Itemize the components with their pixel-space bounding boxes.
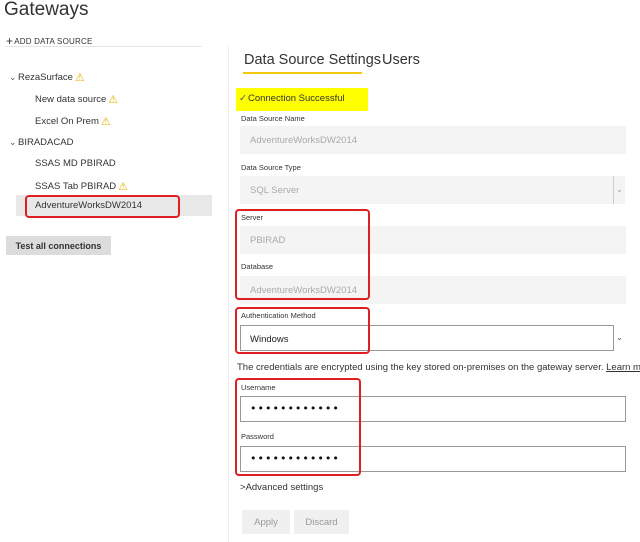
advanced-settings-toggle[interactable]: >Advanced settings xyxy=(240,482,323,493)
tree-item-ssas-tab-pbirad[interactable]: SSAS Tab PBIRAD ⚠ xyxy=(35,180,128,193)
warning-icon: ⚠ xyxy=(100,116,111,128)
authentication-method-select[interactable]: Windows xyxy=(240,325,614,351)
chevron-down-icon: ⌄ xyxy=(9,137,17,147)
discard-button[interactable]: Discard xyxy=(294,510,349,534)
credentials-note-text: The credentials are encrypted using the … xyxy=(237,362,604,373)
data-source-type-select: SQL Server xyxy=(240,176,614,204)
apply-button[interactable]: Apply xyxy=(242,510,290,534)
gateway-node-biradacad[interactable]: ⌄BIRADACAD xyxy=(9,137,73,148)
connection-status-text: Connection Successful xyxy=(247,93,345,104)
server-label: Server xyxy=(241,213,264,222)
gateway-label: RezaSurface xyxy=(18,72,73,83)
tree-item-label: AdventureWorksDW2014 xyxy=(35,200,143,211)
test-all-connections-button[interactable]: Test all connections xyxy=(6,236,111,255)
username-label: Username xyxy=(241,383,276,392)
add-data-source-label: ADD DATA SOURCE xyxy=(14,37,93,46)
warning-icon: ⚠ xyxy=(118,181,129,193)
data-source-name-field: AdventureWorksDW2014 xyxy=(240,126,626,154)
credentials-note: The credentials are encrypted using the … xyxy=(237,362,640,373)
tree-item-label: SSAS MD PBIRAD xyxy=(35,158,116,169)
dropdown-caret-icon: ⌄ xyxy=(613,176,625,204)
checkmark-icon: ✓ xyxy=(239,93,247,104)
password-label: Password xyxy=(241,432,274,441)
data-source-type-label: Data Source Type xyxy=(241,163,301,172)
gateway-node-rezasurface[interactable]: ⌄RezaSurface ⚠ xyxy=(9,71,85,84)
password-input[interactable]: •••••••••••• xyxy=(240,446,626,472)
gateway-label: BIRADACAD xyxy=(18,137,74,148)
advanced-settings-label: Advanced settings xyxy=(245,482,324,493)
tree-item-excel-on-prem[interactable]: Excel On Prem ⚠ xyxy=(35,115,111,128)
dropdown-caret-icon[interactable]: ⌄ xyxy=(613,325,625,351)
tree-item-label: SSAS Tab PBIRAD xyxy=(35,181,117,192)
learn-more-link[interactable]: Learn more xyxy=(606,362,640,373)
tree-item-new-data-source[interactable]: New data source ⚠ xyxy=(35,93,118,106)
database-field: AdventureWorksDW2014 xyxy=(240,276,626,304)
authentication-method-label: Authentication Method xyxy=(241,311,316,320)
tree-item-ssas-md-pbirad[interactable]: SSAS MD PBIRAD xyxy=(35,158,116,169)
panel-divider xyxy=(228,46,229,542)
active-tab-underline xyxy=(243,72,362,74)
tab-data-source-settings[interactable]: Data Source Settings xyxy=(244,51,381,69)
tab-users[interactable]: Users xyxy=(382,51,420,69)
warning-icon: ⚠ xyxy=(74,72,85,84)
warning-icon: ⚠ xyxy=(108,94,119,106)
page-title: Gateways xyxy=(4,0,89,20)
data-source-name-label: Data Source Name xyxy=(241,114,305,123)
server-field: PBIRAD xyxy=(240,226,626,254)
username-input[interactable]: •••••••••••• xyxy=(240,396,626,422)
tree-item-label: Excel On Prem xyxy=(35,116,99,127)
connection-status-banner: ✓Connection Successful xyxy=(236,88,368,111)
tree-item-label: New data source xyxy=(35,94,107,105)
chevron-down-icon: ⌄ xyxy=(9,72,17,82)
sidebar-divider xyxy=(6,46,202,47)
tree-item-adventureworksdw2014[interactable]: AdventureWorksDW2014 xyxy=(35,200,142,211)
database-label: Database xyxy=(241,262,274,271)
